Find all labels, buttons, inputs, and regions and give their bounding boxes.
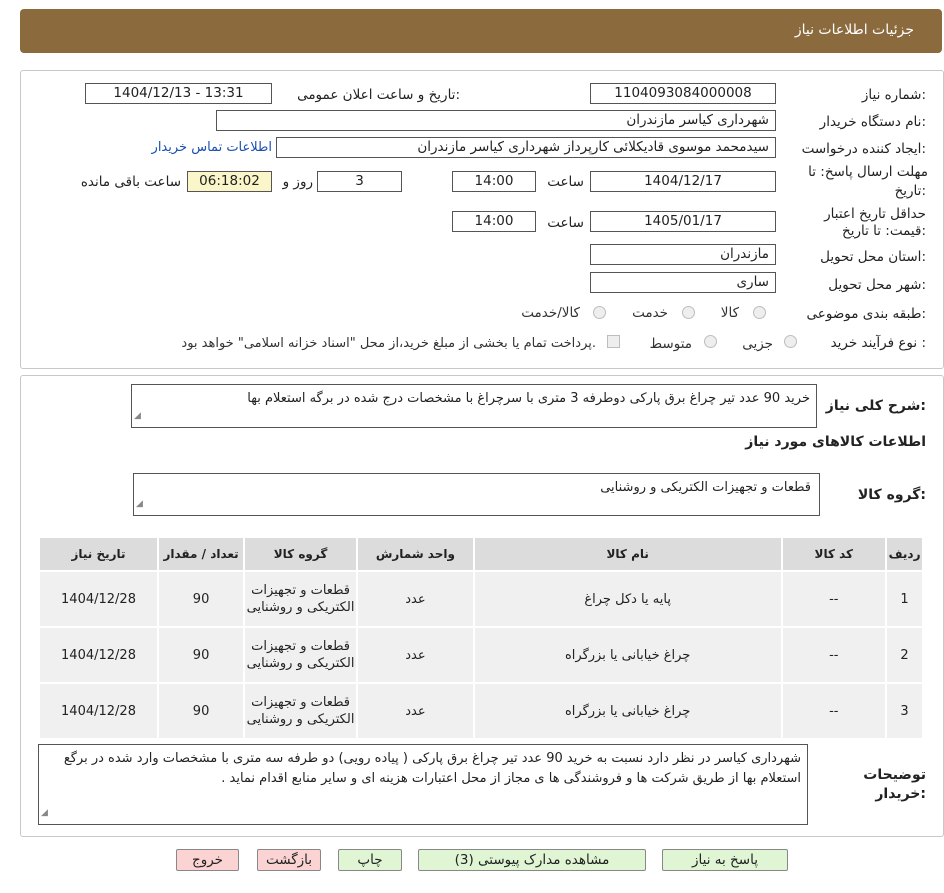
cell-unit: عدد bbox=[355, 570, 475, 628]
goods-group-field: قطعات و تجهیزات الکتریکی و روشنایی ◢ bbox=[133, 473, 820, 516]
cell-row: 2 bbox=[885, 626, 924, 684]
resize-grip-icon: ◢ bbox=[134, 411, 141, 421]
view-docs-button[interactable]: مشاهده مدارک پیوستی (3) bbox=[418, 849, 646, 871]
remaining-label: ساعت باقی مانده bbox=[80, 174, 181, 190]
page-title: جزئیات اطلاعات نیاز bbox=[794, 22, 914, 38]
announce-label: تاریخ و ساعت اعلان عمومی: bbox=[297, 87, 460, 103]
purchase-medium-label: متوسط bbox=[649, 336, 692, 352]
cell-date: 1404/12/28 bbox=[38, 682, 159, 740]
category-service-radio[interactable] bbox=[682, 306, 695, 319]
treasury-payment-note: پرداخت تمام یا بخشی از مبلغ خرید،از محل … bbox=[181, 336, 596, 351]
buyer-contact-link[interactable]: اطلاعات تماس خریدار bbox=[152, 140, 272, 155]
col-group: گروه کالا bbox=[243, 536, 358, 572]
table-row: 2 -- چراغ خیابانی یا بزرگراه عدد قطعات و… bbox=[38, 626, 924, 684]
validity-label-2: قیمت: تا تاریخ: bbox=[841, 223, 926, 239]
notes-textarea: شهرداری کیاسر در نظر دارد نسبت به خرید 9… bbox=[38, 744, 808, 825]
deadline-label-1: مهلت ارسال پاسخ: تا bbox=[808, 164, 928, 180]
deadline-time-label: ساعت bbox=[547, 174, 584, 190]
cell-code: -- bbox=[780, 626, 888, 684]
col-code: کد کالا bbox=[780, 536, 888, 572]
summary-textarea: خرید 90 عدد تیر چراغ برق پارکی دوطرفه 3 … bbox=[131, 384, 817, 428]
cell-code: -- bbox=[780, 570, 888, 628]
notes-text: شهرداری کیاسر در نظر دارد نسبت به خرید 9… bbox=[63, 751, 801, 786]
cell-date: 1404/12/28 bbox=[38, 626, 159, 684]
goods-section-title: اطلاعات کالاهای مورد نیاز bbox=[745, 434, 926, 450]
cell-qty: 90 bbox=[156, 570, 246, 628]
summary-label: شرح کلی نیاز: bbox=[825, 398, 926, 414]
city-field: ساری bbox=[590, 272, 776, 293]
col-name: نام کالا bbox=[472, 536, 783, 572]
goods-group-text: قطعات و تجهیزات الکتریکی و روشنایی bbox=[600, 480, 811, 495]
deadline-date-field: 1404/12/17 bbox=[590, 171, 776, 192]
buyer-org-field: شهرداری کیاسر مازندران bbox=[216, 110, 776, 131]
table-header-row: ردیف کد کالا نام کالا واحد شمارش گروه کا… bbox=[38, 536, 924, 572]
validity-time-label: ساعت bbox=[547, 215, 584, 231]
buyer-org-label: نام دستگاه خریدار: bbox=[819, 114, 926, 130]
province-label: استان محل تحویل: bbox=[820, 249, 926, 265]
cell-group: قطعات و تجهیزات الکتریکی و روشنایی bbox=[243, 682, 358, 740]
cell-name: چراغ خیابانی یا بزرگراه bbox=[472, 626, 783, 684]
validity-label-1: حداقل تاریخ اعتبار bbox=[824, 206, 926, 222]
city-label: شهر محل تحویل: bbox=[828, 277, 926, 293]
cell-date: 1404/12/28 bbox=[38, 570, 159, 628]
deadline-label-2: تاریخ: bbox=[894, 183, 926, 199]
days-field: 3 bbox=[317, 171, 402, 192]
cell-code: -- bbox=[780, 682, 888, 740]
requester-field: سیدمحمد موسوی قادیکلائی کارپرداز شهرداری… bbox=[276, 137, 776, 158]
need-number-field: 1104093084000008 bbox=[590, 83, 776, 104]
treasury-payment-checkbox[interactable] bbox=[607, 335, 620, 348]
purchase-type-label: نوع فرآیند خرید : bbox=[830, 335, 926, 351]
page-header: جزئیات اطلاعات نیاز bbox=[20, 9, 942, 53]
cell-row: 3 bbox=[885, 682, 924, 740]
need-number-label: شماره نیاز: bbox=[861, 87, 926, 103]
province-field: مازندران bbox=[590, 244, 776, 265]
cell-group: قطعات و تجهیزات الکتریکی و روشنایی bbox=[243, 626, 358, 684]
summary-text: خرید 90 عدد تیر چراغ برق پارکی دوطرفه 3 … bbox=[247, 391, 810, 406]
notes-label-1: توضیحات bbox=[863, 767, 926, 783]
col-date: تاریخ نیاز bbox=[38, 536, 159, 572]
category-service-label: خدمت bbox=[632, 305, 668, 321]
exit-button[interactable]: خروج bbox=[176, 849, 239, 871]
cell-group: قطعات و تجهیزات الکتریکی و روشنایی bbox=[243, 570, 358, 628]
col-unit: واحد شمارش bbox=[355, 536, 475, 572]
table-row: 3 -- چراغ خیابانی یا بزرگراه عدد قطعات و… bbox=[38, 682, 924, 740]
print-button[interactable]: چاپ bbox=[338, 849, 402, 871]
col-row: ردیف bbox=[885, 536, 924, 572]
back-button[interactable]: بازگشت bbox=[257, 849, 321, 871]
purchase-medium-radio[interactable] bbox=[704, 335, 717, 348]
requester-label: ایجاد کننده درخواست: bbox=[801, 141, 926, 157]
remaining-time-field: 06:18:02 bbox=[187, 171, 272, 192]
cell-name: پایه یا دکل چراغ bbox=[472, 570, 783, 628]
resize-grip-icon: ◢ bbox=[136, 499, 143, 509]
purchase-minor-radio[interactable] bbox=[784, 335, 797, 348]
validity-date-field: 1405/01/17 bbox=[590, 211, 776, 232]
goods-group-label: گروه کالا: bbox=[857, 487, 926, 503]
deadline-time-field: 14:00 bbox=[452, 171, 536, 192]
goods-table: ردیف کد کالا نام کالا واحد شمارش گروه کا… bbox=[38, 536, 924, 740]
cell-row: 1 bbox=[885, 570, 924, 628]
notes-label-2: خریدار: bbox=[875, 786, 926, 802]
table-row: 1 -- پایه یا دکل چراغ عدد قطعات و تجهیزا… bbox=[38, 570, 924, 628]
cell-unit: عدد bbox=[355, 626, 475, 684]
category-label: طبقه بندی موضوعی: bbox=[806, 306, 926, 322]
announce-field: 1404/12/13 - 13:31 bbox=[85, 83, 272, 104]
col-qty: تعداد / مقدار bbox=[156, 536, 246, 572]
category-goods-radio[interactable] bbox=[753, 306, 766, 319]
resize-grip-icon: ◢ bbox=[41, 808, 48, 818]
category-goods-service-radio[interactable] bbox=[593, 306, 606, 319]
category-goods-service-label: کالا/خدمت bbox=[521, 305, 580, 321]
reply-button[interactable]: پاسخ به نیاز bbox=[662, 849, 788, 871]
validity-time-field: 14:00 bbox=[452, 211, 536, 232]
cell-qty: 90 bbox=[156, 626, 246, 684]
cell-name: چراغ خیابانی یا بزرگراه bbox=[472, 682, 783, 740]
cell-qty: 90 bbox=[156, 682, 246, 740]
days-label: روز و bbox=[282, 174, 313, 190]
purchase-minor-label: جزیی bbox=[742, 336, 773, 352]
category-goods-label: کالا bbox=[720, 305, 739, 321]
cell-unit: عدد bbox=[355, 682, 475, 740]
